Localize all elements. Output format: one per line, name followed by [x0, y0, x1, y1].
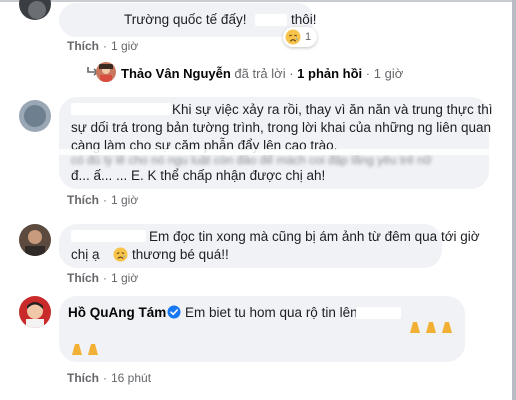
redaction-mask: [59, 149, 489, 155]
praying-hands-emoji: [69, 342, 101, 361]
crying-face-emoji: [113, 247, 128, 262]
reply-author-name[interactable]: Thảo Vân Nguyễn: [121, 66, 231, 81]
reaction-summary[interactable]: 1: [283, 27, 317, 47]
separator: ·: [365, 66, 371, 81]
comment-text: Trường quốc tế đấy!: [124, 12, 247, 27]
like-link[interactable]: Thích: [67, 193, 99, 207]
comment-text: thương bé quá!!: [132, 247, 229, 262]
comment-author-name[interactable]: Hồ QuAng Tám: [68, 304, 166, 322]
timestamp[interactable]: 16 phút: [111, 371, 151, 385]
praying-hands-emoji: [407, 320, 455, 339]
comment-bubble[interactable]: Khi sự việc xảy ra rồi, thay vì ăn năn v…: [59, 97, 493, 189]
redaction-mask: [71, 103, 171, 115]
timestamp[interactable]: 1 giờ: [374, 66, 404, 81]
comment-text: Em đọc tin xong mà cũng bị ám ảnh từ đêm…: [149, 229, 480, 244]
timestamp[interactable]: 1 giờ: [111, 271, 138, 285]
redaction-mask: [255, 14, 287, 26]
reaction-count: 1: [305, 31, 312, 43]
separator: ·: [289, 66, 294, 81]
comment-actions: Thích · 16 phút: [67, 371, 151, 385]
comment-text: sự dối trá trong bản tường trình, trong …: [71, 120, 492, 135]
comment-text: Khi sự việc xảy ra rồi, thay vì ăn năn v…: [172, 102, 493, 117]
avatar[interactable]: [19, 100, 51, 132]
comment-actions: Thích · 1 giờ: [67, 271, 138, 285]
crying-face-emoji: [285, 29, 301, 45]
avatar[interactable]: [19, 224, 51, 256]
separator: ·: [103, 39, 107, 53]
comment-actions: Thích · 1 giờ: [67, 193, 138, 207]
comment-bubble[interactable]: Em đọc tin xong mà cũng bị ám ảnh từ đêm…: [59, 224, 480, 268]
avatar[interactable]: [96, 62, 116, 82]
comment-bubble[interactable]: Hồ QuAng Tám Em biet tu hom qua rộ tin l…: [59, 296, 465, 362]
redaction-mask: [356, 307, 401, 319]
comment-text: Em biet tu hom qua rộ tin lên. N: [185, 305, 375, 320]
timestamp[interactable]: 1 giờ: [111, 39, 138, 53]
avatar[interactable]: [19, 296, 51, 328]
separator: ·: [103, 371, 107, 385]
window-top-edge: [0, 0, 516, 2]
timestamp[interactable]: 1 giờ: [111, 193, 138, 207]
reply-verb: đã trả lời: [234, 66, 286, 81]
avatar[interactable]: [19, 0, 51, 20]
comment-bubble[interactable]: Trường quốc tế đấy! thôi!: [59, 3, 317, 37]
verified-badge-icon: [167, 305, 181, 319]
redaction-mask: [71, 230, 146, 242]
separator: ·: [103, 193, 107, 207]
like-link[interactable]: Thích: [67, 39, 99, 53]
scrollbar-track[interactable]: [512, 0, 516, 400]
comment-actions: Thích · 1 giờ: [67, 39, 138, 53]
like-link[interactable]: Thích: [67, 271, 99, 285]
comment-text: đ... ấ... ... E. K thể chấp nhận được ch…: [71, 168, 326, 183]
view-replies-link[interactable]: 1 phản hồi: [297, 66, 362, 81]
separator: ·: [103, 271, 107, 285]
like-link[interactable]: Thích: [67, 371, 99, 385]
comment-text: chị ạ: [71, 247, 100, 262]
